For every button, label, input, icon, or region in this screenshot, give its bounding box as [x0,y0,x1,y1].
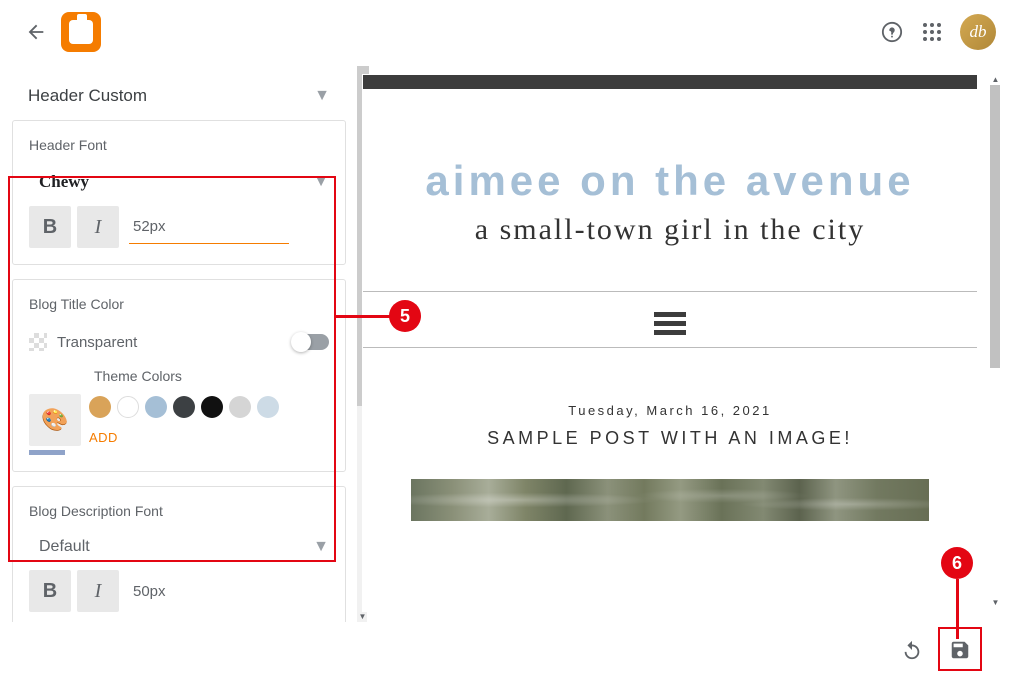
color-swatches [89,396,279,418]
annotation-callout-6: 6 [942,547,973,639]
preview-scrollbar[interactable]: ▲ ▼ [990,74,1000,608]
bottom-bar [368,622,1000,678]
color-swatch[interactable] [257,396,279,418]
transparent-label: Transparent [57,334,137,351]
scrollbar-down-arrow[interactable]: ▼ [990,597,1001,608]
color-swatch[interactable] [201,396,223,418]
revert-button[interactable] [892,630,932,670]
transparent-icon [29,333,47,351]
blog-description-font-card: Blog Description Font Default ▼ B I [12,486,346,622]
theme-colors-label: Theme Colors [94,368,329,384]
bold-button[interactable]: B [29,206,71,248]
italic-button[interactable]: I [77,570,119,612]
add-color-button[interactable]: ADD [89,430,279,445]
save-icon [949,639,971,661]
color-swatch[interactable] [117,396,139,418]
color-swatch[interactable] [173,396,195,418]
transparent-toggle[interactable] [293,334,329,350]
back-arrow-icon [25,21,47,43]
color-swatch[interactable] [145,396,167,418]
font-selector-description[interactable]: Default ▼ [29,533,329,570]
font-name: Default [39,538,90,556]
color-swatch[interactable] [229,396,251,418]
section-dropdown[interactable]: Header Custom ▼ [12,72,346,120]
font-size-input[interactable] [129,575,289,608]
header-font-label: Header Font [29,137,329,153]
apps-button[interactable] [912,12,952,52]
preview-post-date: Tuesday, March 16, 2021 [363,403,977,418]
preview-pane: aimee on the avenue a small-town girl in… [358,64,1012,622]
sidebar: Header Custom ▼ Header Font Chewy ▼ B I … [0,64,358,622]
preview-blog-title: aimee on the avenue [383,157,957,205]
blogger-logo[interactable] [61,12,101,52]
italic-button[interactable]: I [77,206,119,248]
font-selector[interactable]: Chewy ▼ [29,167,329,206]
preview-topbar [363,75,977,89]
revert-icon [901,639,923,661]
preview-post-image [411,479,929,521]
annotation-callout-5: 5 [335,300,421,332]
scrollbar-thumb[interactable] [990,85,1000,368]
section-dropdown-label: Header Custom [28,86,147,106]
font-size-input[interactable] [129,210,289,244]
bold-button[interactable]: B [29,570,71,612]
avatar[interactable]: db [960,14,996,50]
color-picker-button[interactable]: 🎨 [29,394,81,446]
chevron-down-icon: ▼ [313,538,329,556]
scrollbar-up-arrow[interactable]: ▲ [990,74,1001,85]
top-bar: db [0,0,1012,64]
blog-description-font-label: Blog Description Font [29,503,329,519]
preview-blog-subtitle: a small-town girl in the city [383,213,957,247]
font-name: Chewy [39,172,89,192]
chevron-down-icon: ▼ [313,173,329,191]
header-font-card: Header Font Chewy ▼ B I [12,120,346,265]
color-swatch[interactable] [89,396,111,418]
preview-post-title: SAMPLE POST WITH AN IMAGE! [363,428,977,449]
blog-title-color-label: Blog Title Color [29,296,329,312]
back-button[interactable] [16,12,56,52]
help-button[interactable] [872,12,912,52]
apps-grid-icon [923,23,941,41]
hamburger-menu-icon[interactable] [654,312,686,335]
blog-title-color-card: Blog Title Color Transparent Theme Color… [12,279,346,472]
help-icon [881,21,903,43]
palette-icon: 🎨 [41,407,68,433]
chevron-down-icon: ▼ [314,87,330,105]
